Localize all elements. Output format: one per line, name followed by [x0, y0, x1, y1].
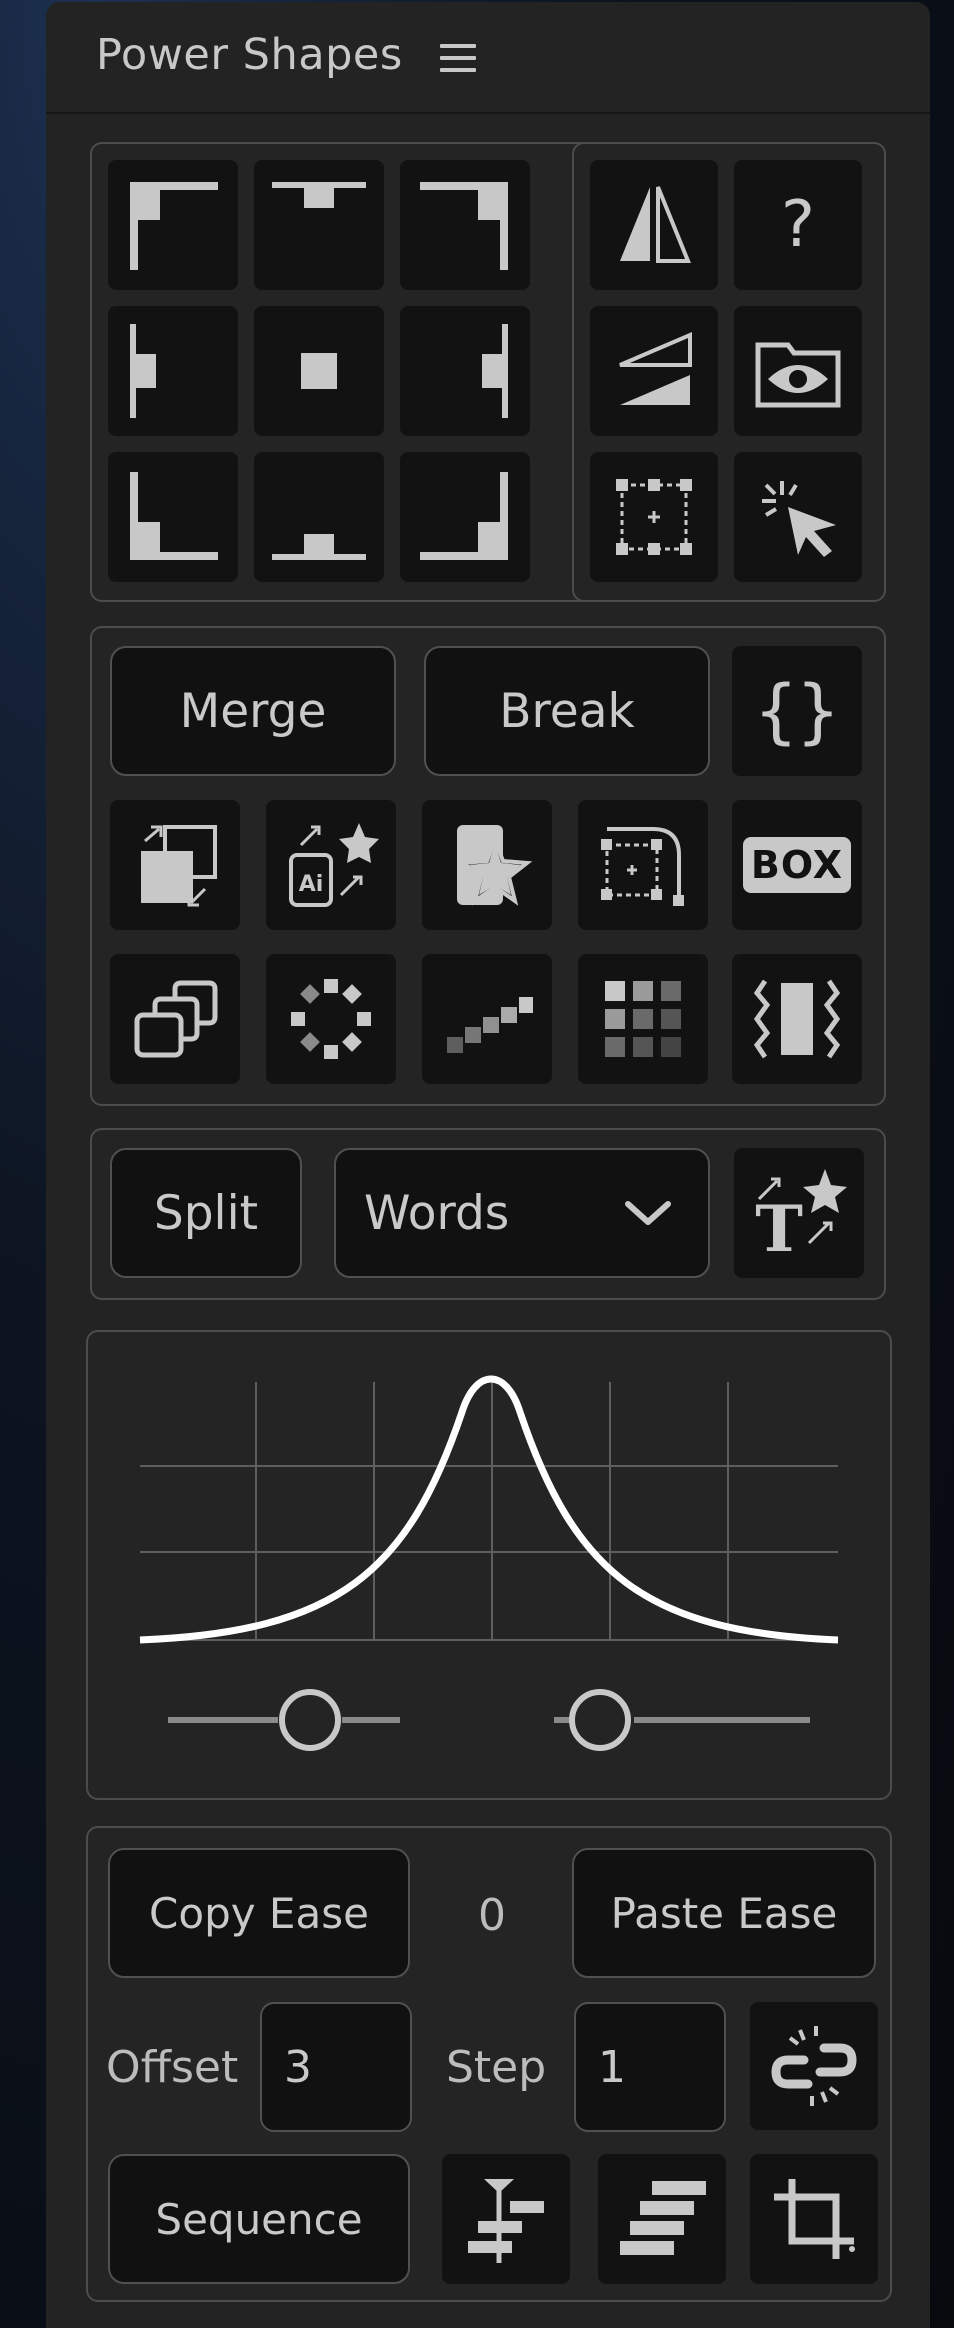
- anchor-middle-left-icon[interactable]: [108, 306, 238, 436]
- anchor-top-left-icon[interactable]: [108, 160, 238, 290]
- paste-ease-button[interactable]: Paste Ease: [572, 1848, 876, 1978]
- broken-link-icon[interactable]: [750, 2002, 878, 2130]
- hamburger-menu-icon[interactable]: [440, 44, 476, 72]
- ease-curve-graph[interactable]: [88, 1332, 890, 1798]
- power-shapes-panel: Power Shapes ? Merge Break {} Ai BOX Spl…: [46, 2, 930, 2328]
- step-input[interactable]: 1: [574, 2002, 726, 2132]
- box-text-icon[interactable]: BOX: [732, 800, 862, 930]
- split-mode-value: Words: [364, 1185, 510, 1241]
- svg-text:Ai: Ai: [299, 872, 324, 897]
- offset-input[interactable]: 3: [260, 2002, 412, 2132]
- help-question-icon[interactable]: ?: [734, 160, 862, 290]
- anchor-bottom-center-icon[interactable]: [254, 452, 384, 582]
- box-text-label: BOX: [742, 837, 852, 893]
- chevron-down-icon: [625, 1201, 671, 1225]
- shape-star-layer-icon[interactable]: [422, 800, 552, 930]
- anchor-bottom-left-icon[interactable]: [108, 452, 238, 582]
- stair-step-icon[interactable]: [422, 954, 552, 1084]
- split-button[interactable]: Split: [110, 1148, 302, 1278]
- svg-text:T: T: [755, 1192, 803, 1263]
- merge-button[interactable]: Merge: [110, 646, 396, 776]
- split-group: Split Words T: [90, 1128, 886, 1300]
- anchor-middle-right-icon[interactable]: [400, 306, 530, 436]
- select-click-icon[interactable]: [734, 452, 862, 582]
- anchor-top-right-icon[interactable]: [400, 160, 530, 290]
- resize-layer-icon[interactable]: [110, 800, 240, 930]
- merge-group: Merge Break {} Ai BOX: [90, 626, 886, 1106]
- copy-ease-button[interactable]: Copy Ease: [108, 1848, 410, 1978]
- panel-title: Power Shapes: [96, 30, 403, 80]
- sequence-button[interactable]: Sequence: [108, 2154, 410, 2284]
- ease-out-slider[interactable]: [554, 1689, 810, 1751]
- stagger-layers-icon[interactable]: [598, 2154, 726, 2284]
- wiggle-box-icon[interactable]: [732, 954, 862, 1084]
- duplicate-stack-icon[interactable]: [110, 954, 240, 1084]
- anchor-grid-group: [90, 142, 595, 602]
- radial-repeat-icon[interactable]: [266, 954, 396, 1084]
- split-mode-dropdown[interactable]: Words: [334, 1148, 710, 1278]
- step-label: Step: [446, 2042, 547, 2093]
- break-button[interactable]: Break: [424, 646, 710, 776]
- anchor-center-icon[interactable]: [254, 306, 384, 436]
- reveal-folder-eye-icon[interactable]: [734, 306, 862, 436]
- flip-vertical-icon[interactable]: [590, 306, 718, 436]
- offset-label: Offset: [106, 2042, 239, 2093]
- panel-header: Power Shapes: [46, 2, 930, 114]
- ease-in-slider[interactable]: [168, 1689, 400, 1751]
- sequence-align-icon[interactable]: [442, 2154, 570, 2284]
- trim-crop-icon[interactable]: [750, 2154, 878, 2284]
- import-ai-icon[interactable]: Ai: [266, 800, 396, 930]
- ease-value-readout: 0: [478, 1890, 506, 1941]
- bezier-bounding-icon[interactable]: [578, 800, 708, 930]
- text-animate-icon[interactable]: T: [734, 1148, 864, 1278]
- flip-horizontal-icon[interactable]: [590, 160, 718, 290]
- grid-repeat-icon[interactable]: [578, 954, 708, 1084]
- anchor-top-center-icon[interactable]: [254, 160, 384, 290]
- ease-controls-group: Copy Ease 0 Paste Ease Offset 3 Step 1 S…: [86, 1826, 892, 2302]
- tools-group: ?: [572, 142, 886, 602]
- bounding-box-anchor-icon[interactable]: [590, 452, 718, 582]
- ease-curve-group: [86, 1330, 892, 1800]
- anchor-bottom-right-icon[interactable]: [400, 452, 530, 582]
- curly-braces-icon[interactable]: {}: [732, 646, 862, 776]
